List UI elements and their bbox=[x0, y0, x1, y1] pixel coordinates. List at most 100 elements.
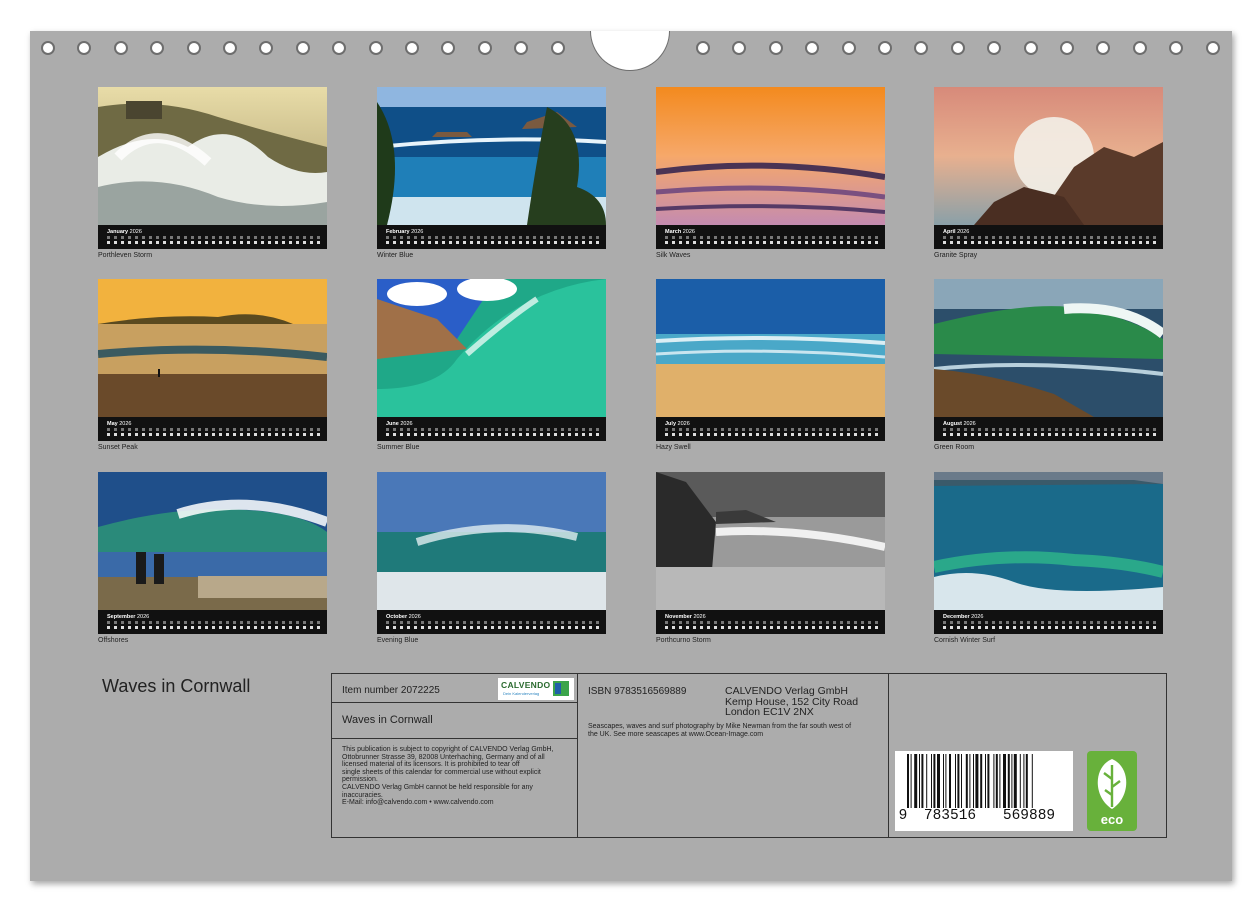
photo-october bbox=[377, 472, 606, 610]
month-name: October bbox=[386, 614, 408, 620]
month-card-october: October 2026 Evening Blue bbox=[377, 472, 606, 644]
isbn: ISBN 9783516569889 bbox=[588, 686, 687, 697]
photo-caption: Granite Spray bbox=[934, 252, 978, 259]
eco-label: eco bbox=[1100, 812, 1124, 827]
month-name: March bbox=[665, 229, 682, 235]
month-year: 2026 bbox=[677, 421, 690, 427]
barcode-digit-lead: 9 bbox=[898, 808, 908, 824]
binding-ring-icon bbox=[768, 41, 783, 55]
binding-ring-icon bbox=[368, 41, 383, 55]
month-card-august: August 2026 Green Room bbox=[934, 279, 1163, 451]
month-year: 2026 bbox=[963, 421, 976, 427]
item-number: Item number 2072225 bbox=[342, 685, 440, 696]
month-name: February bbox=[386, 229, 410, 235]
photo-caption: Evening Blue bbox=[377, 637, 419, 644]
binding-ring-icon bbox=[1132, 41, 1147, 55]
logo-subtext: Dein Kalenderverlag bbox=[503, 691, 540, 696]
month-year: 2026 bbox=[971, 614, 984, 620]
calendar-strip: May 2026 bbox=[98, 417, 327, 441]
photo-february bbox=[377, 87, 606, 225]
photo-caption: Silk Waves bbox=[656, 252, 691, 259]
calendar-strip: April 2026 bbox=[934, 225, 1163, 249]
calendar-strip: July 2026 bbox=[656, 417, 885, 441]
month-name: January bbox=[107, 229, 129, 235]
month-year: 2026 bbox=[693, 614, 706, 620]
binding-ring-icon bbox=[1060, 41, 1074, 55]
month-year: 2026 bbox=[129, 229, 142, 235]
month-card-november: November 2026 Porthcurno Storm bbox=[656, 472, 885, 644]
calendar-strip: December 2026 bbox=[934, 610, 1163, 634]
binding-ring-icon bbox=[950, 41, 965, 55]
month-name: August bbox=[943, 421, 962, 427]
binding-ring-icon bbox=[405, 41, 419, 55]
photo-caption: Winter Blue bbox=[377, 252, 414, 259]
photo-march bbox=[656, 87, 885, 225]
calendar-strip: October 2026 bbox=[377, 610, 606, 634]
month-name: November bbox=[665, 614, 692, 620]
calendar-strip: June 2026 bbox=[377, 417, 606, 441]
barcode-icon: 9 783516 569889 bbox=[895, 751, 1073, 831]
binding-ring-icon bbox=[1023, 41, 1038, 55]
photo-november bbox=[656, 472, 885, 610]
photo-may bbox=[98, 279, 327, 417]
binding-ring-icon bbox=[550, 41, 565, 55]
calendar-title: Waves in Cornwall bbox=[102, 676, 251, 696]
info-title: Waves in Cornwall bbox=[342, 714, 433, 726]
month-name: December bbox=[943, 614, 970, 620]
photo-caption: Porthleven Storm bbox=[98, 252, 153, 259]
month-year: 2026 bbox=[957, 229, 970, 235]
month-year: 2026 bbox=[400, 421, 413, 427]
calendar-strip: January 2026 bbox=[98, 225, 327, 249]
photo-caption: Summer Blue bbox=[377, 444, 420, 451]
eco-badge: eco bbox=[1087, 751, 1137, 831]
month-name: June bbox=[386, 421, 399, 427]
month-card-january: January 2026 Porthleven Storm bbox=[98, 87, 327, 259]
copyright-notice: This publication is subject to copyright… bbox=[342, 746, 554, 807]
photo-caption: Sunset Peak bbox=[98, 444, 138, 451]
month-card-december: December 2026 Cornish Winter Surf bbox=[934, 472, 1163, 644]
binding-ring-icon bbox=[295, 41, 310, 55]
month-year: 2026 bbox=[136, 614, 150, 620]
binding-ring-icon bbox=[186, 41, 201, 55]
logo-text: CALVENDO bbox=[501, 680, 551, 690]
month-name: May bbox=[107, 421, 118, 427]
binding-ring-icon bbox=[696, 41, 710, 55]
binding-ring-icon bbox=[223, 41, 237, 55]
binding-ring-icon bbox=[113, 41, 128, 55]
binding-ring-icon bbox=[878, 41, 892, 55]
calvendo-logo-icon: CALVENDO Dein Kalenderverlag bbox=[498, 678, 574, 700]
month-card-september: September 2026 Offshores bbox=[98, 472, 327, 644]
calendar-description: Seascapes, waves and surf photography by… bbox=[588, 723, 852, 738]
eco-leaf-icon bbox=[1097, 759, 1127, 809]
photo-january bbox=[98, 87, 327, 225]
month-card-july: July 2026 Hazy Swell bbox=[656, 279, 885, 451]
photo-caption: Hazy Swell bbox=[656, 444, 691, 451]
photo-april bbox=[934, 87, 1163, 225]
month-name: July bbox=[665, 421, 677, 427]
binding-ring-icon bbox=[41, 41, 55, 55]
calendar-strip: September 2026 bbox=[98, 610, 327, 634]
photo-august bbox=[934, 279, 1163, 417]
month-card-may: May 2026 Sunset Peak bbox=[98, 279, 327, 451]
month-year: 2026 bbox=[119, 421, 132, 427]
photo-june bbox=[377, 279, 606, 417]
photo-december bbox=[934, 472, 1163, 610]
binding-ring-icon bbox=[841, 41, 856, 55]
barcode-digits-right: 569889 bbox=[1002, 808, 1056, 824]
photo-september bbox=[98, 472, 327, 610]
photo-caption: Offshores bbox=[98, 637, 129, 644]
binding-ring-icon bbox=[1205, 41, 1220, 55]
photo-caption: Green Room bbox=[934, 444, 975, 451]
photo-caption: Cornish Winter Surf bbox=[934, 637, 996, 644]
month-card-april: April 2026 Granite Spray bbox=[934, 87, 1163, 259]
month-name: September bbox=[107, 614, 136, 620]
calendar-strip: March 2026 bbox=[656, 225, 885, 249]
month-card-march: March 2026 Silk Waves bbox=[656, 87, 885, 259]
barcode-digits-left: 783516 bbox=[923, 808, 977, 824]
photo-caption: Porthcurno Storm bbox=[656, 637, 711, 644]
month-year: 2026 bbox=[682, 229, 695, 235]
month-year: 2026 bbox=[408, 614, 421, 620]
publisher-address: CALVENDO Verlag GmbH Kemp House, 152 Cit… bbox=[725, 685, 859, 718]
calendar-strip: February 2026 bbox=[377, 225, 606, 249]
binding-ring-icon bbox=[477, 41, 492, 55]
